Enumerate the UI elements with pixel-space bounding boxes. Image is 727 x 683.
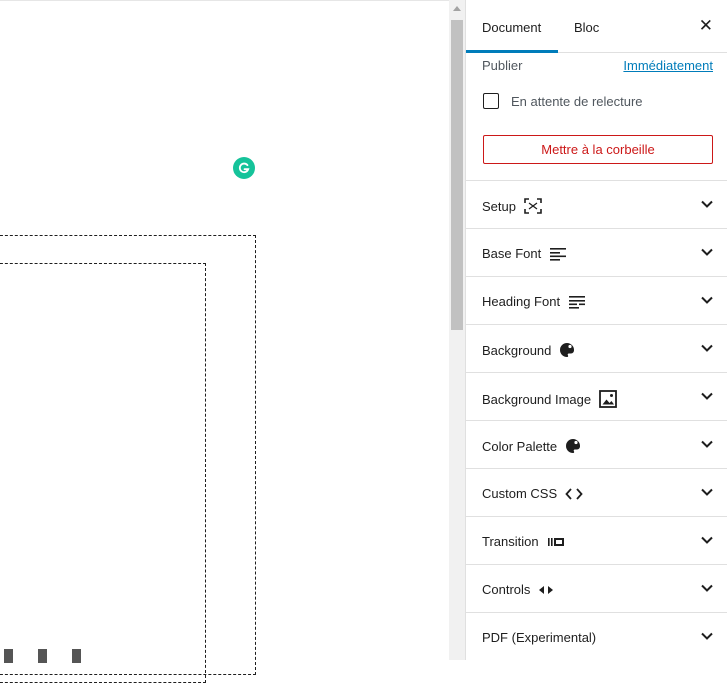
- text-align-icon: [549, 247, 567, 261]
- transition-icon: [547, 537, 565, 547]
- grammarly-icon[interactable]: [233, 157, 255, 179]
- fullscreen-icon: [524, 198, 542, 214]
- panel-title: PDF (Experimental): [482, 630, 596, 645]
- panel-title: Background: [482, 342, 575, 358]
- publish-date-link[interactable]: Immédiatement: [623, 58, 713, 73]
- panel-transition[interactable]: Transition: [466, 516, 727, 564]
- panel-title: Color Palette: [482, 438, 581, 454]
- panel-label: Controls: [482, 582, 531, 597]
- settings-sidebar: Document Bloc ✕ Publier Immédiatement En…: [465, 0, 727, 660]
- slide-inner-frame[interactable]: [0, 263, 206, 683]
- panel-label: Background: [482, 342, 552, 358]
- panel-background-image[interactable]: Background Image: [466, 372, 727, 420]
- scrollbar[interactable]: [449, 0, 465, 660]
- panel-label: Custom CSS: [482, 486, 558, 501]
- panel-label: PDF (Experimental): [482, 630, 597, 645]
- panel-label: Background Image: [482, 391, 592, 407]
- panel-label: Setup: [482, 198, 516, 214]
- panel-setup[interactable]: Setup: [466, 180, 727, 228]
- panel-label: Transition: [482, 534, 539, 549]
- panel-pdf-experimental[interactable]: PDF (Experimental): [466, 612, 727, 660]
- panel-base-font[interactable]: Base Font: [466, 228, 727, 276]
- panel-heading-font[interactable]: Heading Font: [466, 276, 727, 324]
- heading-align-icon: [568, 295, 586, 309]
- palette-icon: [565, 438, 581, 454]
- partial-glyph: [72, 649, 81, 663]
- publish-row: Publier Immédiatement: [466, 53, 727, 83]
- partial-glyph: [4, 649, 13, 663]
- palette-icon: [559, 342, 575, 358]
- panel-title: Heading Font: [482, 294, 586, 309]
- panel-title: Background Image: [482, 390, 618, 408]
- chevron-down-icon[interactable]: [700, 389, 714, 403]
- pending-review-row: En attente de relecture: [466, 83, 727, 119]
- panel-color-palette[interactable]: Color Palette: [466, 420, 727, 468]
- close-icon[interactable]: ✕: [699, 17, 713, 35]
- editor-canvas[interactable]: [0, 0, 449, 683]
- arrows-icon: [538, 585, 554, 595]
- image-icon: [599, 390, 618, 408]
- panel-title: Transition: [482, 534, 565, 549]
- chevron-down-icon[interactable]: [700, 197, 714, 211]
- panel-label: Color Palette: [482, 438, 558, 454]
- chevron-down-icon[interactable]: [700, 581, 714, 595]
- panel-label: Heading Font: [482, 294, 561, 309]
- panel-list: Setup Base Font Heading Font Background Back…: [466, 180, 727, 660]
- tab-bloc[interactable]: Bloc: [574, 0, 599, 53]
- partial-glyph: [38, 649, 47, 663]
- move-to-trash-button[interactable]: Mettre à la corbeille: [483, 135, 713, 164]
- publish-label: Publier: [482, 58, 523, 73]
- chevron-down-icon[interactable]: [700, 629, 714, 643]
- pending-review-checkbox[interactable]: [483, 93, 499, 109]
- chevron-down-icon[interactable]: [700, 437, 714, 451]
- code-icon: [565, 487, 583, 501]
- scrollbar-thumb[interactable]: [451, 20, 463, 330]
- panel-background[interactable]: Background: [466, 324, 727, 372]
- panel-custom-css[interactable]: Custom CSS: [466, 468, 727, 516]
- chevron-down-icon[interactable]: [700, 341, 714, 355]
- sidebar-tabs: Document Bloc ✕: [466, 0, 727, 53]
- chevron-down-icon[interactable]: [700, 293, 714, 307]
- panel-title: Custom CSS: [482, 486, 583, 501]
- panel-label: Base Font: [482, 246, 542, 261]
- chevron-down-icon[interactable]: [700, 485, 714, 499]
- chevron-down-icon[interactable]: [700, 245, 714, 259]
- panel-controls[interactable]: Controls: [466, 564, 727, 612]
- panel-title: Setup: [482, 198, 542, 214]
- pending-review-label[interactable]: En attente de relecture: [511, 94, 643, 109]
- tab-document[interactable]: Document: [466, 0, 558, 53]
- chevron-down-icon[interactable]: [700, 533, 714, 547]
- panel-title: Controls: [482, 582, 554, 597]
- panel-title: Base Font: [482, 246, 567, 261]
- scroll-up-arrow[interactable]: [453, 6, 461, 11]
